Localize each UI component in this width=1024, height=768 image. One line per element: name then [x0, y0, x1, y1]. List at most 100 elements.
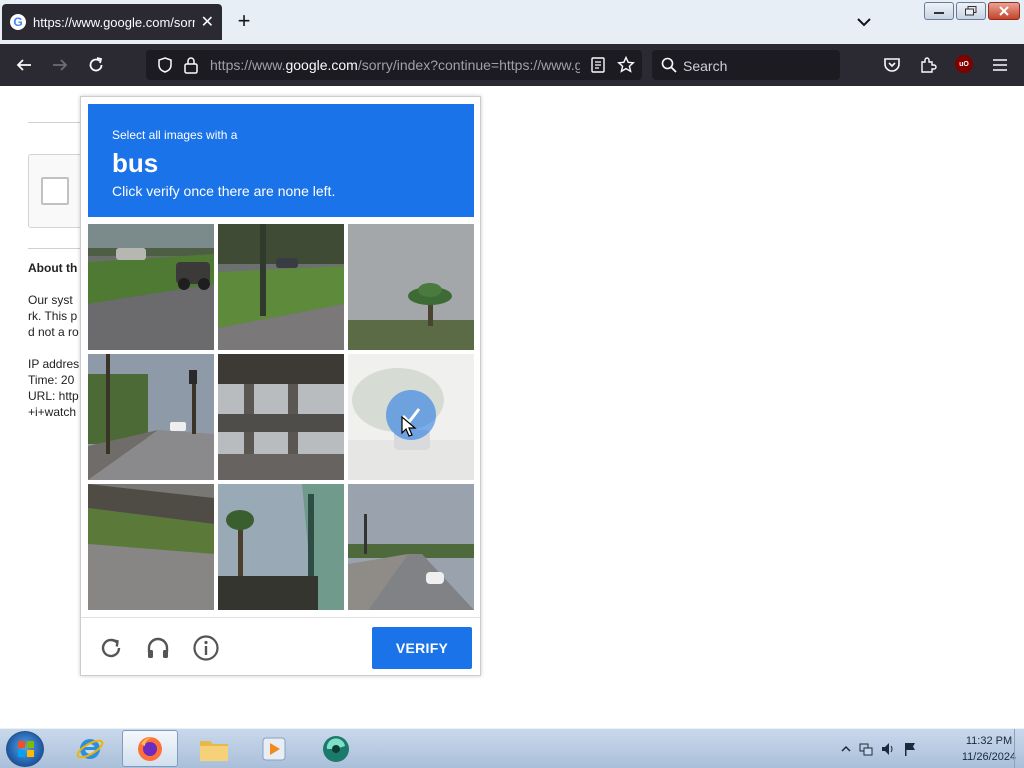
- pocket-button[interactable]: [880, 53, 904, 77]
- browser-tab[interactable]: G https://www.google.com/sorry/index?con…: [2, 4, 222, 40]
- minimize-icon: [934, 12, 944, 14]
- google-favicon-icon: G: [10, 14, 26, 30]
- tab-bar: G https://www.google.com/sorry/index?con…: [0, 0, 1024, 44]
- system-tray: 11:32 PM 11/26/2024: [834, 729, 1024, 768]
- restore-icon: [965, 6, 977, 16]
- search-bar[interactable]: Search: [652, 50, 840, 80]
- clock-date: 11/26/2024: [961, 751, 1017, 763]
- headphones-icon: [147, 637, 169, 658]
- start-button[interactable]: [6, 731, 44, 767]
- recaptcha-checkbox[interactable]: [41, 177, 69, 205]
- verify-button[interactable]: VERIFY: [372, 627, 472, 669]
- reader-view-icon[interactable]: [590, 57, 606, 73]
- clock-time: 11:32 PM: [965, 735, 1013, 747]
- taskbar-clock[interactable]: 11:32 PM 11/26/2024: [956, 733, 1022, 765]
- palm-tree-image: [218, 484, 344, 610]
- taskbar-firefox[interactable]: [122, 730, 178, 767]
- restore-button[interactable]: [956, 2, 986, 20]
- pocket-icon: [884, 58, 900, 72]
- captcha-tile[interactable]: [348, 224, 474, 350]
- street-scene-image: [218, 224, 344, 350]
- captcha-tile[interactable]: [88, 354, 214, 480]
- challenge-target-word: bus: [112, 148, 159, 178]
- reload-icon: [89, 57, 103, 72]
- show-hidden-icons-button[interactable]: [838, 741, 854, 757]
- speaker-icon: [882, 743, 893, 755]
- minimize-button[interactable]: [924, 2, 954, 20]
- info-paragraph-line: Our syst: [28, 293, 73, 307]
- puzzle-piece-icon: [921, 57, 937, 73]
- menu-button[interactable]: [988, 53, 1012, 77]
- url-line-continued: +i+watch: [28, 405, 77, 419]
- street-scene-image: [88, 354, 214, 480]
- tracking-protection-shield-icon[interactable]: [156, 56, 174, 74]
- forward-button[interactable]: [48, 53, 72, 77]
- windows-logo-icon: [18, 741, 34, 757]
- lock-icon[interactable]: [183, 56, 199, 74]
- captcha-tile[interactable]: [348, 484, 474, 610]
- audio-challenge-button[interactable]: [144, 634, 172, 662]
- show-desktop-button[interactable]: [1014, 729, 1024, 768]
- internet-explorer-icon: [76, 738, 104, 759]
- captcha-tile[interactable]: [218, 484, 344, 610]
- network-icon: [859, 743, 873, 756]
- captcha-tile[interactable]: [88, 484, 214, 610]
- search-placeholder: Search: [683, 58, 728, 74]
- new-tab-button[interactable]: +: [232, 10, 256, 34]
- bookmark-star-icon[interactable]: [617, 56, 635, 74]
- info-icon: [193, 635, 219, 661]
- mouse-cursor-icon: [401, 416, 417, 437]
- street-scene-image: [348, 484, 474, 610]
- address-bar[interactable]: https://www.google.com/sorry/index?conti…: [146, 50, 642, 80]
- reload-button[interactable]: [84, 53, 108, 77]
- url-prefix: https://www.: [210, 57, 286, 73]
- palm-tree-image: [348, 224, 474, 350]
- app-logo-icon: [323, 735, 349, 762]
- captcha-tile[interactable]: [88, 224, 214, 350]
- tab-title: https://www.google.com/sorry/index?conti…: [33, 14, 195, 30]
- captcha-tile[interactable]: [218, 224, 344, 350]
- challenge-sub-instruction: Click verify once there are none left.: [112, 183, 336, 199]
- taskbar-media-player[interactable]: [246, 730, 302, 767]
- ublock-origin-icon[interactable]: uO: [955, 55, 973, 73]
- overpass-image: [88, 484, 214, 610]
- network-tray-icon[interactable]: [858, 741, 874, 757]
- about-heading: About th: [28, 261, 78, 275]
- url-line: URL: http: [28, 389, 79, 403]
- window-controls: [924, 2, 1020, 20]
- reload-challenge-button[interactable]: [97, 634, 125, 662]
- volume-tray-icon[interactable]: [880, 741, 896, 757]
- action-center-tray-icon[interactable]: [902, 741, 918, 757]
- time-line: Time: 20: [28, 373, 75, 387]
- chevron-down-icon: [857, 18, 871, 27]
- street-scene-image: [88, 224, 214, 350]
- list-all-tabs-button[interactable]: [852, 10, 876, 34]
- challenge-instruction: Select all images with a: [112, 128, 238, 142]
- challenge-header: Select all images with a bus Click verif…: [88, 104, 474, 217]
- ip-address-line: IP addres: [28, 357, 80, 371]
- captcha-tile[interactable]: [218, 354, 344, 480]
- url-text[interactable]: https://www.google.com/sorry/index?conti…: [210, 57, 580, 73]
- close-icon: [999, 6, 1009, 16]
- navigation-toolbar: https://www.google.com/sorry/index?conti…: [0, 44, 1024, 86]
- back-button[interactable]: [12, 53, 36, 77]
- help-button[interactable]: [192, 634, 220, 662]
- url-host: google.com: [285, 57, 358, 73]
- recaptcha-challenge-dialog: Select all images with a bus Click verif…: [80, 96, 481, 676]
- flag-icon: [905, 743, 915, 756]
- search-icon: [661, 57, 677, 73]
- info-paragraph-line: d not a ro: [28, 325, 79, 339]
- chevron-up-icon: [841, 745, 851, 752]
- close-window-button[interactable]: [988, 2, 1020, 20]
- url-path: /sorry/index?continue=https://www.google…: [357, 57, 580, 73]
- recaptcha-widget[interactable]: [28, 154, 88, 228]
- divider: [28, 248, 88, 249]
- back-arrow-icon: [16, 59, 31, 71]
- taskbar-file-explorer[interactable]: [186, 730, 242, 767]
- overpass-image: [218, 354, 344, 480]
- media-player-icon: [262, 737, 286, 760]
- tab-close-icon[interactable]: ✕: [201, 12, 214, 32]
- taskbar-app[interactable]: [308, 730, 364, 767]
- taskbar-internet-explorer[interactable]: [62, 730, 118, 767]
- extensions-button[interactable]: [916, 53, 940, 77]
